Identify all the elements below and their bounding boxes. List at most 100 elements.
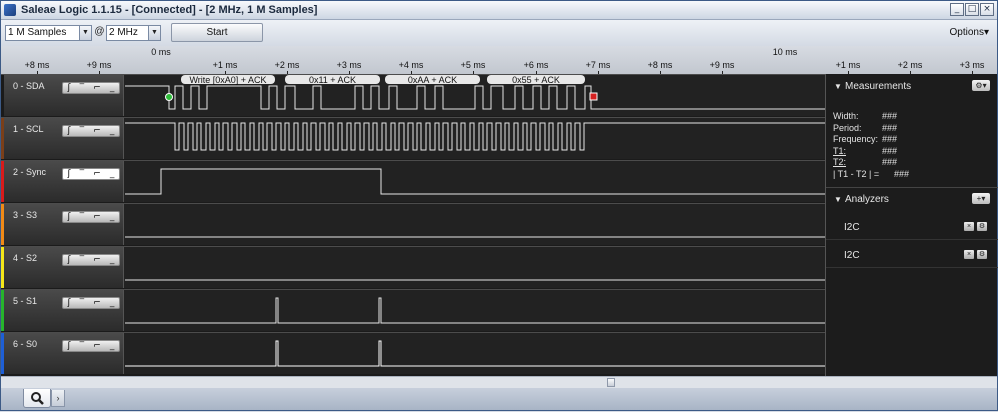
start-button[interactable]: Start bbox=[171, 23, 263, 42]
high-icon[interactable]: ‾ bbox=[80, 255, 85, 265]
sample-count-select[interactable]: 1 M Samples ▼ bbox=[5, 25, 92, 41]
falling-edge-icon[interactable]: ⌐ bbox=[93, 255, 101, 265]
channel-row[interactable]: 4 - S2 ʃ ‾ ⌐ _ bbox=[1, 246, 825, 288]
trigger-selector[interactable]: ʃ ‾ ⌐ _ bbox=[62, 340, 120, 352]
waveform[interactable] bbox=[125, 247, 825, 288]
rising-edge-icon[interactable]: ʃ bbox=[68, 169, 71, 179]
measurement-value: ### bbox=[882, 145, 898, 156]
channel-name: 2 - Sync bbox=[13, 167, 47, 177]
horizontal-scrollbar[interactable] bbox=[1, 376, 997, 388]
gear-icon[interactable]: ⚙ bbox=[977, 222, 987, 231]
falling-edge-icon[interactable]: ⌐ bbox=[93, 341, 101, 351]
waveform[interactable] bbox=[125, 161, 825, 202]
channel-row[interactable]: 2 - Sync ʃ ‾ ⌐ _ bbox=[1, 160, 825, 202]
channel-row[interactable]: 1 - SCL ʃ ‾ ⌐ _ bbox=[1, 117, 825, 159]
sample-rate-select[interactable]: 2 MHz ▼ bbox=[106, 25, 161, 41]
ruler-tick-label: +2 ms bbox=[897, 60, 923, 70]
start-marker-icon[interactable] bbox=[165, 93, 173, 101]
channel-label-panel[interactable]: 1 - SCL ʃ ‾ ⌐ _ bbox=[1, 118, 124, 159]
minimize-button[interactable]: _ bbox=[950, 3, 964, 16]
falling-edge-icon[interactable]: ⌐ bbox=[93, 169, 101, 179]
high-icon[interactable]: ‾ bbox=[80, 126, 85, 136]
trigger-selector[interactable]: ʃ ‾ ⌐ _ bbox=[62, 125, 120, 137]
close-button[interactable]: × bbox=[980, 3, 994, 16]
trigger-selector[interactable]: ʃ ‾ ⌐ _ bbox=[62, 297, 120, 309]
low-icon[interactable]: _ bbox=[110, 255, 115, 265]
rising-edge-icon[interactable]: ʃ bbox=[68, 83, 71, 93]
collapse-triangle-icon: ▼ bbox=[834, 82, 842, 91]
scroll-thumb[interactable] bbox=[607, 378, 615, 387]
trigger-selector[interactable]: ʃ ‾ ⌐ _ bbox=[62, 82, 120, 94]
gear-icon[interactable]: ⚙ bbox=[977, 250, 987, 259]
s0-trace bbox=[125, 340, 825, 367]
rising-edge-icon[interactable]: ʃ bbox=[68, 212, 71, 222]
options-menu[interactable]: Options▾ bbox=[950, 27, 989, 38]
title-bar: Saleae Logic 1.1.15 - [Connected] - [2 M… bbox=[1, 1, 997, 20]
measurement-label[interactable]: T1: bbox=[833, 146, 846, 156]
falling-edge-icon[interactable]: ⌐ bbox=[93, 212, 101, 222]
rising-edge-icon[interactable]: ʃ bbox=[68, 126, 71, 136]
analyzer-item[interactable]: I2C × ⚙ bbox=[826, 214, 998, 240]
trigger-selector[interactable]: ʃ ‾ ⌐ _ bbox=[62, 168, 120, 180]
waveform[interactable] bbox=[125, 118, 825, 159]
low-icon[interactable]: _ bbox=[110, 212, 115, 222]
channel-label-panel[interactable]: 6 - S0 ʃ ‾ ⌐ _ bbox=[1, 333, 124, 374]
scl-trace bbox=[125, 122, 825, 151]
high-icon[interactable]: ‾ bbox=[80, 169, 85, 179]
waveform[interactable] bbox=[125, 333, 825, 374]
waveform[interactable] bbox=[125, 204, 825, 245]
falling-edge-icon[interactable]: ⌐ bbox=[93, 83, 101, 93]
trigger-selector[interactable]: ʃ ‾ ⌐ _ bbox=[62, 211, 120, 223]
waveform[interactable]: Write [0xA0] + ACK 0x11 + ACK 0xAA + ACK 0x… bbox=[125, 75, 825, 116]
low-icon[interactable]: _ bbox=[110, 169, 115, 179]
chevron-down-icon: ▼ bbox=[148, 26, 160, 40]
rising-edge-icon[interactable]: ʃ bbox=[68, 341, 71, 351]
side-panel: ▼ Measurements ⚙▾ Width: ### Period: ### Fre… bbox=[825, 74, 998, 376]
window-controls: _ □ × bbox=[950, 3, 994, 16]
high-icon[interactable]: ‾ bbox=[80, 298, 85, 308]
rising-edge-icon[interactable]: ʃ bbox=[68, 298, 71, 308]
high-icon[interactable]: ‾ bbox=[80, 83, 85, 93]
channel-label-panel[interactable]: 3 - S3 ʃ ‾ ⌐ _ bbox=[1, 204, 124, 245]
channel-row[interactable]: 5 - S1 ʃ ‾ ⌐ _ bbox=[1, 289, 825, 331]
analyzer-item[interactable]: I2C × ⚙ bbox=[826, 242, 998, 268]
stop-marker-icon[interactable] bbox=[589, 92, 598, 101]
waveform[interactable] bbox=[125, 290, 825, 331]
low-icon[interactable]: _ bbox=[110, 83, 115, 93]
channel-label-panel[interactable]: 5 - S1 ʃ ‾ ⌐ _ bbox=[1, 290, 124, 331]
gear-icon[interactable]: ⚙▾ bbox=[972, 80, 990, 91]
channel-name: 1 - SCL bbox=[13, 124, 44, 134]
low-icon[interactable]: _ bbox=[110, 126, 115, 136]
channel-row[interactable]: 3 - S3 ʃ ‾ ⌐ _ bbox=[1, 203, 825, 245]
channel-label-panel[interactable]: 4 - S2 ʃ ‾ ⌐ _ bbox=[1, 247, 124, 288]
measurement-value: ### bbox=[882, 111, 898, 121]
add-analyzer-icon[interactable]: +▾ bbox=[972, 193, 990, 204]
next-tab-button[interactable]: › bbox=[51, 390, 65, 407]
measurement-label[interactable]: T2: bbox=[833, 157, 846, 167]
channel-row[interactable]: 6 - S0 ʃ ‾ ⌐ _ bbox=[1, 332, 825, 374]
analyzers-header[interactable]: ▼ Analyzers +▾ bbox=[826, 191, 998, 209]
channel-label-panel[interactable]: 0 - SDA ʃ ‾ ⌐ _ bbox=[1, 75, 124, 116]
remove-analyzer-icon[interactable]: × bbox=[964, 250, 974, 259]
low-icon[interactable]: _ bbox=[110, 298, 115, 308]
maximize-button[interactable]: □ bbox=[965, 3, 979, 16]
channel-label-panel[interactable]: 2 - Sync ʃ ‾ ⌐ _ bbox=[1, 161, 124, 202]
remove-analyzer-icon[interactable]: × bbox=[964, 222, 974, 231]
falling-edge-icon[interactable]: ⌐ bbox=[93, 298, 101, 308]
rising-edge-icon[interactable]: ʃ bbox=[68, 255, 71, 265]
measurements-header[interactable]: ▼ Measurements ⚙▾ bbox=[826, 78, 998, 96]
ruler-tick-label: +8 ms bbox=[647, 60, 673, 70]
low-icon[interactable]: _ bbox=[110, 341, 115, 351]
s1-trace bbox=[125, 297, 825, 324]
ruler-major-label: 0 ms bbox=[151, 47, 171, 57]
time-ruler[interactable]: 0 ms 10 ms +8 ms +9 ms +1 ms +2 ms +3 ms +4 ms +… bbox=[1, 46, 825, 74]
high-icon[interactable]: ‾ bbox=[80, 341, 85, 351]
channel-name: 0 - SDA bbox=[13, 81, 45, 91]
falling-edge-icon[interactable]: ⌐ bbox=[93, 126, 101, 136]
measurement-row: T1: ### bbox=[833, 146, 897, 156]
high-icon[interactable]: ‾ bbox=[80, 212, 85, 222]
measurement-label: | T1 - T2 | = bbox=[833, 168, 880, 179]
trigger-selector[interactable]: ʃ ‾ ⌐ _ bbox=[62, 254, 120, 266]
search-tab[interactable] bbox=[23, 389, 51, 408]
channel-row[interactable]: 0 - SDA ʃ ‾ ⌐ _ Write [0xA0] + ACK 0x11 + ACK 0… bbox=[1, 74, 825, 116]
